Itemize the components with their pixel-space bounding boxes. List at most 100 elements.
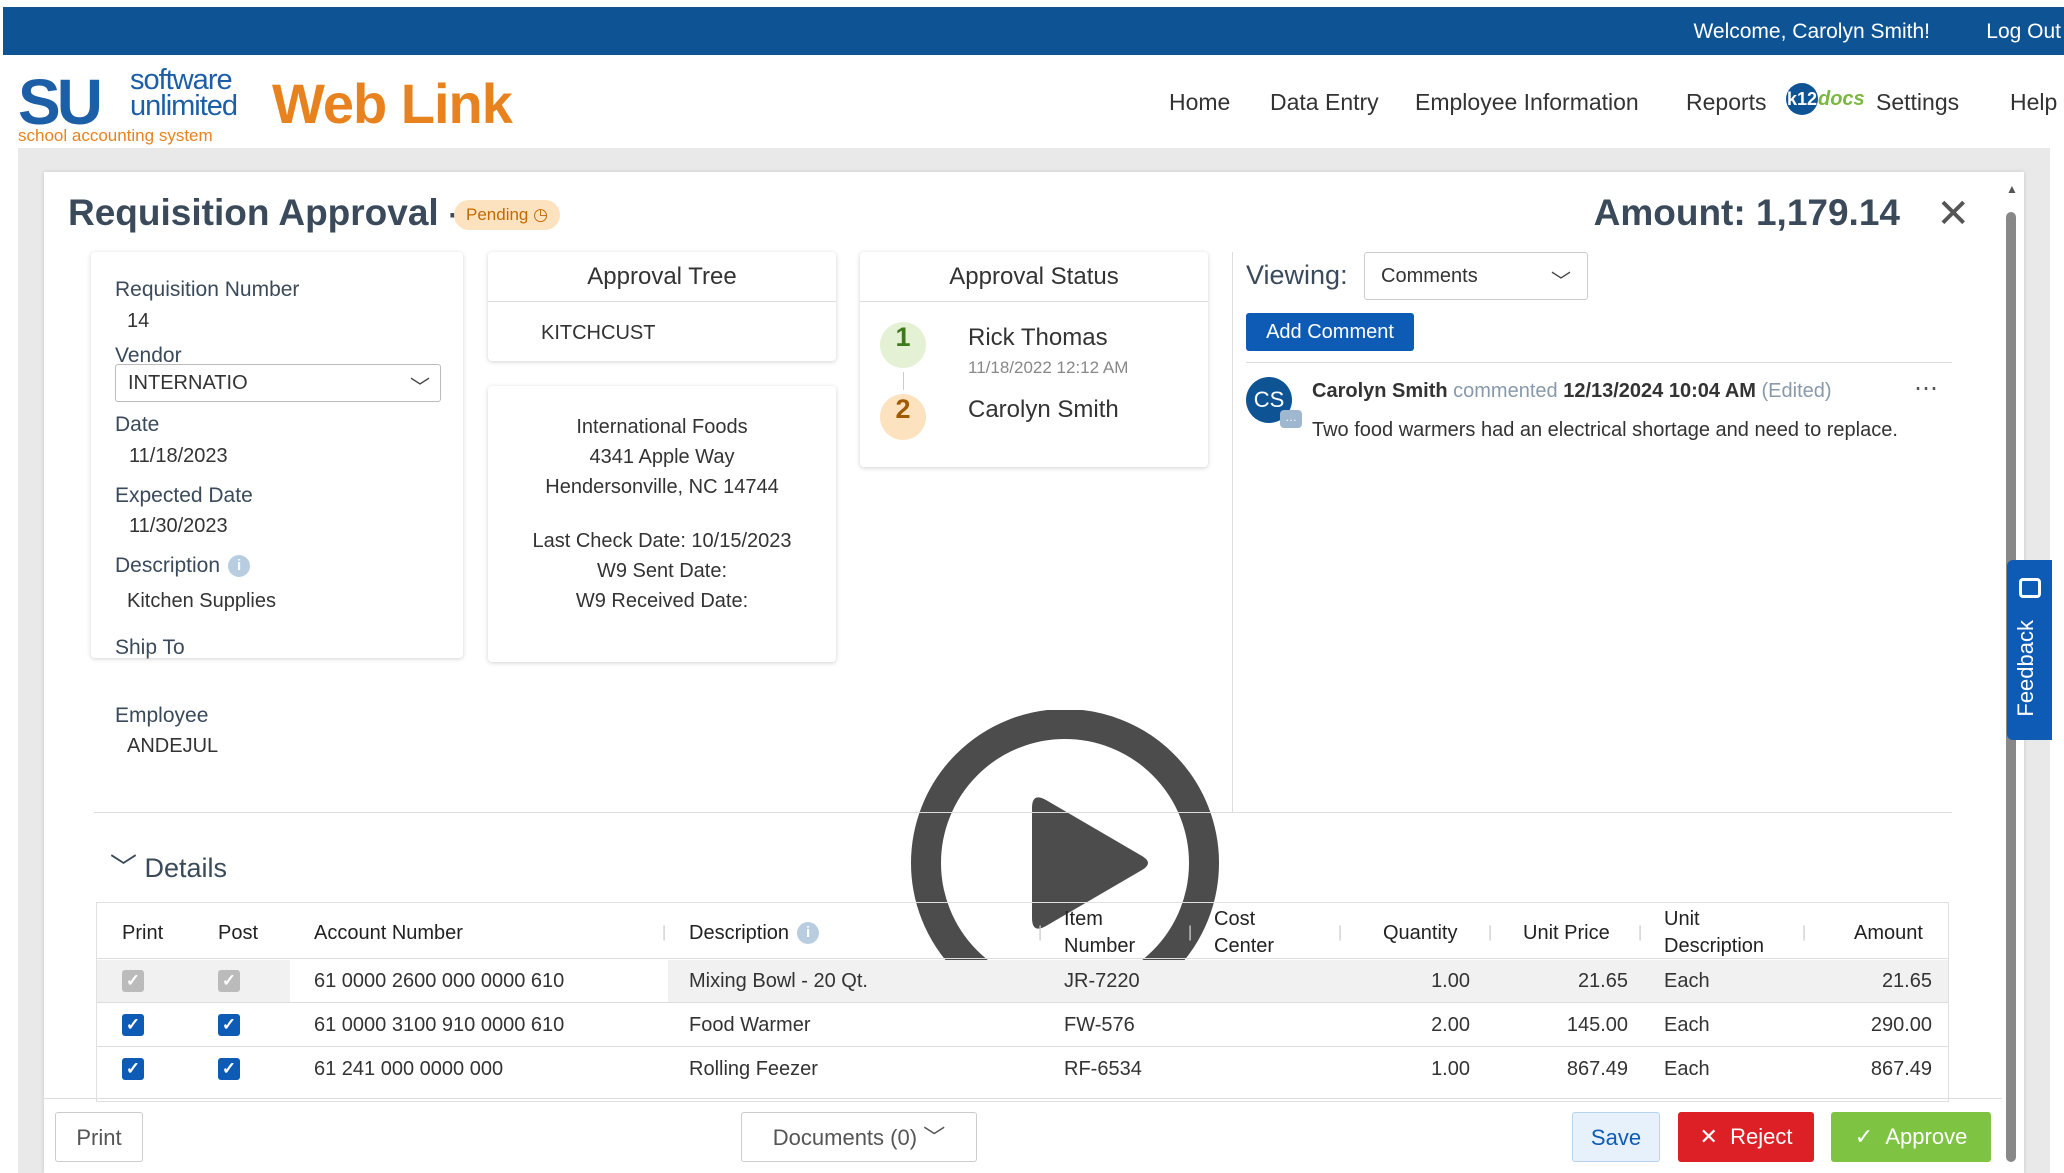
modal-title: Requisition Approval - (68, 192, 462, 233)
nav-help[interactable]: Help (2010, 89, 2057, 116)
quantity-cell: 2.00 (1431, 1014, 1470, 1036)
employee-label: Employee (115, 704, 209, 727)
total-amount: Amount: 1,179.14 (1593, 192, 1900, 233)
unit-cell: Each (1664, 970, 1710, 992)
print-checkbox[interactable]: ✓ (122, 1058, 144, 1080)
col-unit-price[interactable]: Unit Price (1523, 920, 1610, 947)
post-checkbox[interactable]: ✓ (218, 1014, 240, 1036)
quantity-cell: 1.00 (1431, 1058, 1470, 1080)
unit-price-cell: 867.49 (1566, 1058, 1628, 1080)
description-cell: Mixing Bowl - 20 Qt. (689, 970, 868, 992)
description-label: Description i (115, 554, 251, 578)
ship-to-label: Ship To (115, 636, 185, 659)
print-button[interactable]: Print (55, 1112, 143, 1162)
nav-home[interactable]: Home (1169, 89, 1230, 116)
details-toggle[interactable]: ﹀ Details (110, 846, 227, 885)
nav-data-entry[interactable]: Data Entry (1270, 89, 1379, 116)
section-divider (94, 812, 1952, 813)
approval-status-title: Approval Status (860, 252, 1208, 302)
viewing-label: Viewing: (1246, 260, 1348, 290)
expected-date-label: Expected Date (115, 484, 253, 507)
print-checkbox[interactable]: ✓ (122, 1014, 144, 1036)
vendor-select[interactable]: INTERNATIO ﹀ (115, 364, 441, 402)
more-options-icon[interactable]: ⋯ (1914, 374, 1938, 403)
amount-cell: 21.65 (1881, 970, 1932, 992)
account-cell[interactable]: 61 0000 2600 000 0000 610 (314, 970, 564, 993)
welcome-text: Welcome, Carolyn Smith! (1693, 20, 1930, 43)
date-value: 11/18/2023 (129, 445, 228, 467)
step-connector (903, 372, 904, 390)
step-one-name: Rick Thomas (968, 324, 1108, 351)
amount-cell: 290.00 (1870, 1014, 1932, 1036)
chevron-down-icon: ﹀ (923, 1125, 946, 1150)
unit-price-cell: 145.00 (1566, 1014, 1628, 1036)
req-number-label: Requisition Number (115, 278, 300, 301)
col-cost-center[interactable]: Cost Center (1214, 906, 1274, 960)
post-checkbox[interactable]: ✓ (218, 1058, 240, 1080)
vendor-details-card: International Foods 4341 Apple Way Hende… (488, 386, 836, 662)
unit-price-cell: 21.65 (1577, 970, 1628, 992)
unit-cell: Each (1664, 1058, 1710, 1080)
check-icon: ✓ (1854, 1124, 1874, 1149)
account-cell[interactable]: 61 241 000 0000 000 (314, 1058, 503, 1081)
requisition-info-card: Requisition Number 14 Vendor INTERNATIO ﹀… (91, 252, 463, 659)
col-post[interactable]: Post (218, 920, 258, 947)
step-one-badge: 1 (880, 322, 926, 368)
post-checkbox[interactable]: ✓ (218, 970, 240, 992)
nav-settings[interactable]: Settings (1876, 89, 1959, 116)
col-unit-description[interactable]: Unit Description (1664, 906, 1764, 960)
documents-button[interactable]: Documents (0) ﹀ (741, 1112, 977, 1162)
k12docs-logo[interactable]: k12docs (1786, 83, 1865, 115)
save-button[interactable]: Save (1572, 1112, 1660, 1162)
viewing-select[interactable]: Comments ﹀ (1364, 252, 1588, 300)
chevron-down-icon: ﹀ (410, 377, 430, 399)
scroll-up-icon: ▲ (2006, 182, 2018, 196)
print-checkbox[interactable]: ✓ (122, 970, 144, 992)
vendor-street: 4341 Apple Way (589, 446, 735, 468)
amount-cell: 867.49 (1870, 1058, 1932, 1080)
add-comment-button[interactable]: Add Comment (1246, 313, 1414, 351)
step-two-badge: 2 (880, 394, 926, 440)
col-account-number[interactable]: Account Number (314, 920, 463, 947)
nav-reports[interactable]: Reports (1686, 89, 1767, 116)
feedback-icon (2019, 578, 2041, 598)
col-quantity[interactable]: Quantity (1383, 920, 1457, 947)
approval-tree-value: KITCHCUST (541, 322, 656, 344)
step-one-time: 11/18/2022 12:12 AM (968, 358, 1129, 377)
logout-link[interactable]: Log Out (1986, 20, 2061, 44)
nav-employee-information[interactable]: Employee Information (1415, 89, 1639, 116)
comment-header: Carolyn Smith commented 12/13/2024 10:04… (1312, 380, 1832, 402)
date-label: Date (115, 413, 160, 436)
top-bar: Welcome, Carolyn Smith! Log Out (3, 7, 2064, 55)
chevron-down-icon: ﹀ (110, 853, 137, 883)
approval-status-card: Approval Status 1 Rick Thomas 11/18/2022… (860, 252, 1208, 467)
expected-date-value: 11/30/2023 (129, 515, 228, 537)
w9-sent-date: W9 Sent Date: (596, 560, 728, 582)
col-print[interactable]: Print (122, 920, 163, 947)
feedback-tab[interactable]: Feedback (2007, 560, 2052, 740)
status-badge: Pending ◷ (454, 200, 560, 230)
col-item-number[interactable]: Item Number (1064, 906, 1135, 960)
w9-received-date: W9 Received Date: (575, 590, 749, 612)
header: SU software unlimited school accounting s… (0, 55, 2064, 148)
col-amount[interactable]: Amount (1854, 920, 1923, 947)
account-cell[interactable]: 61 0000 3100 910 0000 610 (314, 1014, 564, 1037)
col-description[interactable]: Description i (689, 920, 820, 947)
close-icon[interactable]: ✕ (1936, 194, 1970, 234)
requisition-modal: Requisition Approval - Pending ◷ Amount:… (44, 172, 2024, 1173)
su-logo[interactable]: SU software unlimited school accounting s… (18, 63, 238, 146)
approval-tree-title: Approval Tree (488, 252, 836, 302)
vendor-name: International Foods (576, 416, 748, 438)
comment-bubble-icon: … (1280, 410, 1302, 428)
reject-button[interactable]: ✕ Reject (1678, 1112, 1814, 1162)
approval-tree-card: Approval Tree KITCHCUST (488, 252, 836, 361)
chevron-down-icon: ﹀ (1551, 271, 1571, 293)
step-two-name: Carolyn Smith (968, 396, 1119, 423)
employee-value: ANDEJUL (127, 735, 219, 757)
column-divider (1232, 252, 1233, 812)
approve-button[interactable]: ✓ Approve (1831, 1112, 1991, 1162)
clock-icon: ◷ (533, 205, 548, 224)
web-link-logo[interactable]: Web Link (272, 71, 513, 136)
description-value: Kitchen Supplies (127, 590, 276, 612)
info-icon: i (228, 555, 251, 577)
